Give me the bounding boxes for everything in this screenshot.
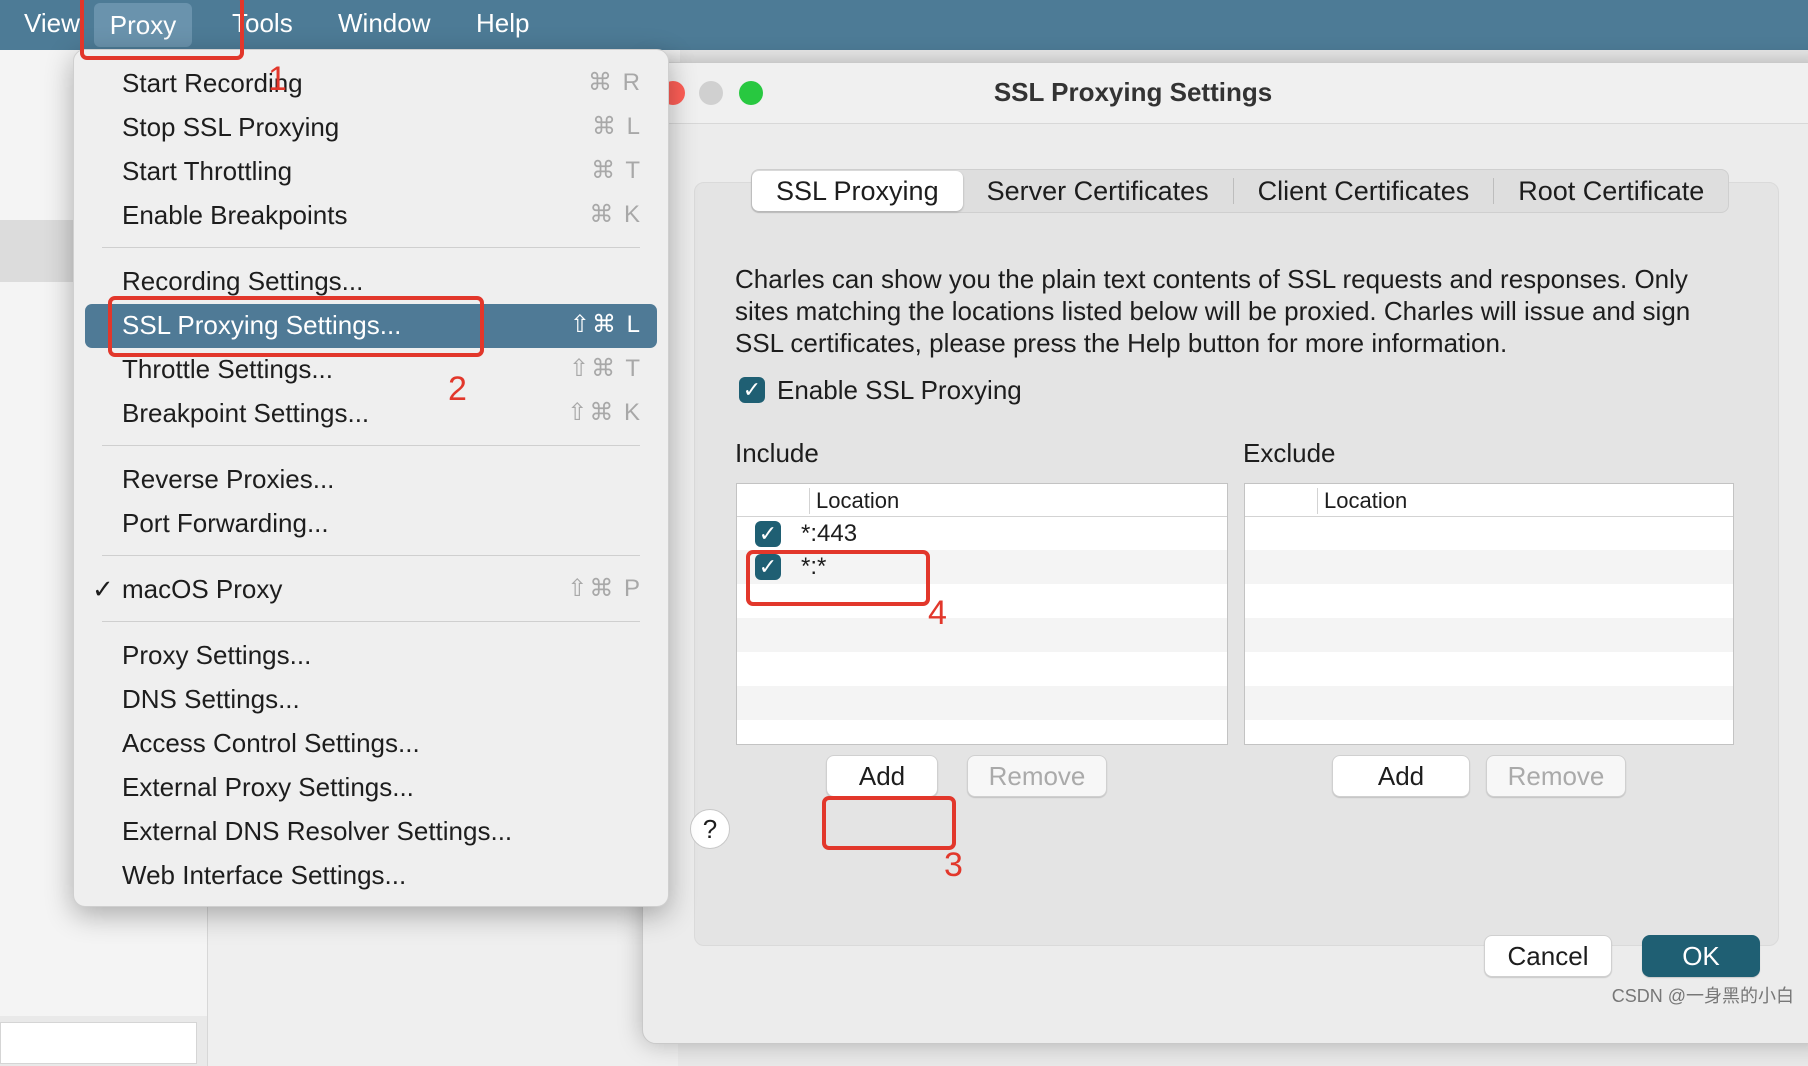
menu-help[interactable]: Help bbox=[464, 0, 541, 46]
exclude-label: Exclude bbox=[1243, 438, 1336, 468]
menu-item-label: Proxy Settings... bbox=[122, 640, 312, 670]
cancel-button[interactable]: Cancel bbox=[1484, 935, 1612, 977]
annotation-number-3: 3 bbox=[944, 846, 963, 884]
menu-item-web-interface-settings[interactable]: Web Interface Settings... bbox=[74, 854, 668, 898]
exclude-table-header: Location bbox=[1245, 484, 1733, 517]
menu-item-label: Access Control Settings... bbox=[122, 728, 420, 758]
annotation-box-ssl-settings bbox=[108, 296, 484, 357]
tab-client-certificates[interactable]: Client Certificates bbox=[1234, 171, 1494, 211]
menu-item-proxy-settings[interactable]: Proxy Settings... bbox=[74, 634, 668, 678]
exclude-location-column-header[interactable]: Location bbox=[1317, 488, 1407, 514]
exclude-table[interactable]: Location bbox=[1244, 483, 1734, 745]
annotation-number-4: 4 bbox=[928, 594, 947, 632]
menu-item-breakpoint-settings[interactable]: Breakpoint Settings... ⇧⌘ K bbox=[74, 392, 668, 436]
enable-ssl-proxying-checkbox[interactable]: ✓ bbox=[739, 377, 765, 403]
annotation-box-wildcard-row bbox=[746, 550, 930, 606]
ssl-description-text: Charles can show you the plain text cont… bbox=[735, 264, 1691, 358]
table-stripe bbox=[1245, 618, 1733, 652]
include-row-1[interactable]: ✓ *:443 bbox=[737, 517, 1227, 551]
menu-item-port-forwarding[interactable]: Port Forwarding... bbox=[74, 502, 668, 546]
exclude-add-button[interactable]: Add bbox=[1332, 755, 1470, 797]
menu-separator bbox=[102, 555, 640, 556]
menu-item-start-throttling[interactable]: Start Throttling ⌘ T bbox=[74, 150, 668, 194]
menu-item-shortcut: ⇧⌘ K bbox=[567, 399, 642, 426]
menu-item-label: Start Throttling bbox=[122, 156, 293, 186]
annotation-box-add-button bbox=[822, 796, 956, 850]
dialog-titlebar: SSL Proxying Settings bbox=[643, 63, 1808, 124]
dialog-title: SSL Proxying Settings bbox=[993, 77, 1273, 107]
include-row-1-checkbox[interactable]: ✓ bbox=[755, 521, 781, 547]
menu-item-label: External DNS Resolver Settings... bbox=[122, 816, 513, 846]
watermark: CSDN @一身黑的小白 bbox=[1611, 986, 1794, 1006]
table-stripe bbox=[1245, 550, 1733, 584]
include-location-column-header[interactable]: Location bbox=[809, 488, 899, 514]
menu-item-label: macOS Proxy bbox=[122, 574, 283, 604]
tab-bar: SSL Proxying Server Certificates Client … bbox=[751, 169, 1730, 213]
menu-item-access-control-settings[interactable]: Access Control Settings... bbox=[74, 722, 668, 766]
include-label: Include bbox=[735, 438, 819, 468]
include-remove-button[interactable]: Remove bbox=[967, 755, 1107, 797]
menu-item-label: Recording Settings... bbox=[122, 266, 364, 296]
menu-item-label: Port Forwarding... bbox=[122, 508, 329, 538]
menu-separator bbox=[102, 621, 640, 622]
menu-item-label: Throttle Settings... bbox=[122, 354, 333, 384]
help-button[interactable]: ? bbox=[690, 809, 730, 849]
tab-root-certificate[interactable]: Root Certificate bbox=[1494, 171, 1728, 211]
menu-item-enable-breakpoints[interactable]: Enable Breakpoints ⌘ K bbox=[74, 194, 668, 238]
proxy-menu: Start Recording ⌘ R Stop SSL Proxying ⌘ … bbox=[73, 49, 669, 907]
tab-ssl-proxying[interactable]: SSL Proxying bbox=[752, 171, 963, 211]
menu-item-label: Stop SSL Proxying bbox=[122, 112, 340, 142]
menu-item-dns-settings[interactable]: DNS Settings... bbox=[74, 678, 668, 722]
menu-item-shortcut: ⌘ K bbox=[589, 201, 642, 228]
menu-item-shortcut: ⇧⌘ T bbox=[568, 355, 642, 382]
table-stripe bbox=[737, 686, 1227, 720]
menu-item-label: Reverse Proxies... bbox=[122, 464, 335, 494]
include-row-1-location: *:443 bbox=[801, 520, 858, 547]
menu-item-shortcut: ⌘ R bbox=[588, 69, 642, 96]
menu-item-label: DNS Settings... bbox=[122, 684, 300, 714]
menu-item-label: Web Interface Settings... bbox=[122, 860, 407, 890]
menu-item-label: External Proxy Settings... bbox=[122, 772, 414, 802]
menu-bar: View Proxy Tools Window Help bbox=[0, 0, 1808, 50]
background-field bbox=[0, 1022, 197, 1064]
menu-item-label: Enable Breakpoints bbox=[122, 200, 348, 230]
menu-window[interactable]: Window bbox=[326, 0, 442, 46]
ok-button[interactable]: OK bbox=[1642, 935, 1760, 977]
annotation-number-2: 2 bbox=[448, 370, 467, 408]
annotation-number-1: 1 bbox=[268, 60, 287, 98]
menu-item-external-dns-resolver-settings[interactable]: External DNS Resolver Settings... bbox=[74, 810, 668, 854]
include-add-button[interactable]: Add bbox=[826, 755, 938, 797]
annotation-box-proxy-menu bbox=[80, 0, 244, 60]
table-stripe bbox=[737, 618, 1227, 652]
exclude-remove-button[interactable]: Remove bbox=[1486, 755, 1626, 797]
menu-item-macos-proxy[interactable]: ✓ macOS Proxy ⇧⌘ P bbox=[74, 568, 668, 612]
menu-item-reverse-proxies[interactable]: Reverse Proxies... bbox=[74, 458, 668, 502]
include-table[interactable]: Location ✓ *:443 ✓ *:* bbox=[736, 483, 1228, 745]
menu-item-external-proxy-settings[interactable]: External Proxy Settings... bbox=[74, 766, 668, 810]
menu-item-shortcut: ⇧⌘ P bbox=[567, 575, 642, 602]
enable-ssl-proxying-label: Enable SSL Proxying bbox=[777, 374, 1022, 405]
menu-item-shortcut: ⌘ L bbox=[591, 113, 642, 140]
tab-server-certificates[interactable]: Server Certificates bbox=[963, 171, 1233, 211]
background-toolbar-band bbox=[0, 220, 80, 282]
menu-separator bbox=[102, 445, 640, 446]
menu-separator bbox=[102, 247, 640, 248]
checkmark-icon: ✓ bbox=[92, 574, 114, 604]
include-table-header: Location bbox=[737, 484, 1227, 517]
menu-item-stop-ssl-proxying[interactable]: Stop SSL Proxying ⌘ L bbox=[74, 106, 668, 150]
menu-item-label: Breakpoint Settings... bbox=[122, 398, 370, 428]
enable-ssl-proxying-row[interactable]: ✓ Enable SSL Proxying bbox=[739, 373, 1022, 407]
menu-item-shortcut: ⇧⌘ L bbox=[569, 311, 642, 338]
menu-item-shortcut: ⌘ T bbox=[591, 157, 642, 184]
table-stripe bbox=[1245, 686, 1733, 720]
menu-item-start-recording[interactable]: Start Recording ⌘ R bbox=[74, 62, 668, 106]
